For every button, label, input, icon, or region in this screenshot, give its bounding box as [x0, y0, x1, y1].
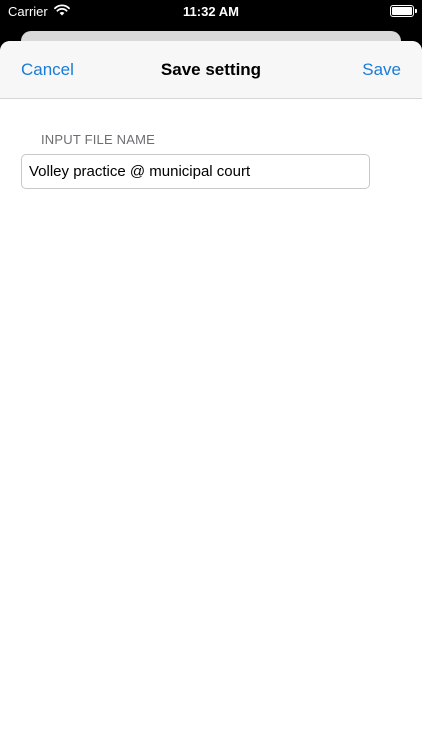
- file-name-label: INPUT FILE NAME: [41, 132, 156, 147]
- save-button[interactable]: Save: [362, 60, 401, 80]
- status-bar: Carrier 11:32 AM: [0, 0, 422, 24]
- page-title: Save setting: [160, 60, 262, 79]
- save-setting-sheet: Cancel Save setting Save INPUT FILE NAME: [0, 41, 422, 750]
- battery-icon: [390, 5, 417, 17]
- status-time: 11:32 AM: [183, 4, 239, 19]
- status-right: [390, 5, 417, 17]
- file-name-input[interactable]: [21, 154, 370, 189]
- navigation-bar: Cancel Save setting Save: [0, 41, 422, 99]
- battery-level: [392, 7, 412, 15]
